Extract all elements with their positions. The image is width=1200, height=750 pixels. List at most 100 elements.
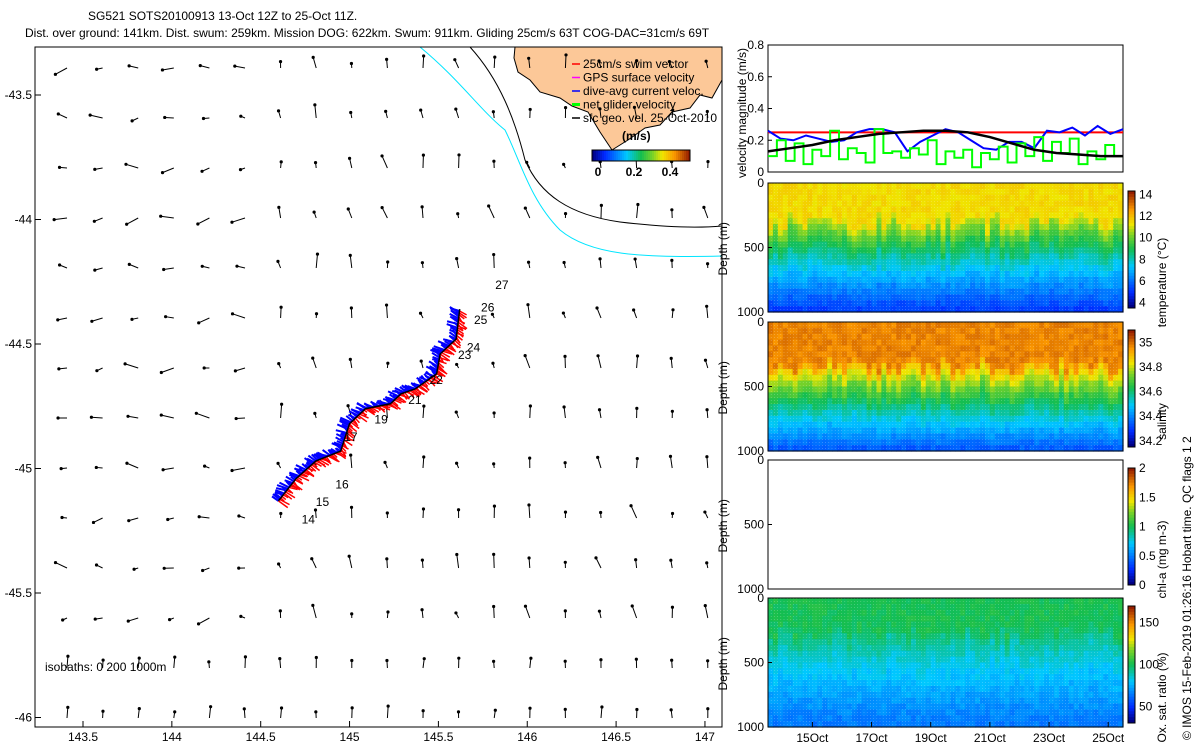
section-cell xyxy=(817,656,823,664)
section-cell xyxy=(989,194,996,202)
colorbar-cell xyxy=(1128,229,1135,233)
colorbar-cell xyxy=(1128,350,1135,354)
section-cell xyxy=(866,650,873,658)
current-arrow-head xyxy=(562,260,566,265)
current-arrow-head xyxy=(276,461,280,465)
section-cell xyxy=(876,363,883,370)
section-cell xyxy=(1029,380,1035,388)
section-cell xyxy=(851,380,858,388)
section-cell xyxy=(822,339,828,347)
section-cell xyxy=(797,218,804,225)
current-arrow-head xyxy=(634,657,638,661)
section-cell xyxy=(1019,380,1025,388)
section-cell xyxy=(940,200,947,208)
section-cell xyxy=(930,415,937,423)
colorbar-cell xyxy=(604,150,607,161)
section-cell xyxy=(1004,322,1011,329)
section-cell xyxy=(994,351,1001,358)
section-cell xyxy=(1029,374,1035,382)
section-cell xyxy=(935,200,942,208)
section-cell xyxy=(965,265,971,272)
section-cell xyxy=(768,368,774,376)
section-cell xyxy=(876,212,883,219)
section-cell xyxy=(817,322,823,329)
section-cell xyxy=(807,247,813,254)
section-cell xyxy=(999,247,1006,254)
current-arrow-head xyxy=(671,308,675,312)
section-cell xyxy=(1053,259,1060,266)
section-cell xyxy=(871,253,878,260)
section-cell xyxy=(960,374,966,382)
current-arrow-head xyxy=(311,603,315,607)
section-cell xyxy=(1098,427,1104,435)
section-cell xyxy=(876,398,883,405)
section-cell xyxy=(876,404,883,411)
current-arrow-head xyxy=(703,510,707,514)
y-tick-label: 500 xyxy=(744,380,764,394)
section-cell xyxy=(999,363,1006,370)
section-cell xyxy=(1088,229,1095,237)
current-arrow-head xyxy=(234,416,238,421)
current-arrow-head xyxy=(670,208,674,212)
section-cell xyxy=(1063,380,1070,388)
colorbar-cell xyxy=(1128,240,1135,245)
section-cell xyxy=(1098,194,1104,202)
section-cell xyxy=(797,697,804,705)
section-cell xyxy=(994,427,1001,435)
section-cell xyxy=(989,327,996,335)
section-cell xyxy=(989,374,996,382)
section-cell xyxy=(861,333,868,341)
section-cell xyxy=(1029,235,1035,243)
colorbar-tick-label: 8 xyxy=(1139,252,1146,266)
section-cell xyxy=(999,421,1006,429)
section-cell xyxy=(822,265,828,272)
section-cell xyxy=(980,433,986,440)
section-cell xyxy=(915,229,922,237)
current-arrow-head xyxy=(160,68,165,72)
colorbar-cell xyxy=(634,150,637,161)
section-cell xyxy=(1098,333,1104,341)
section-cell xyxy=(989,439,996,446)
section-cell xyxy=(832,276,838,284)
section-cell xyxy=(970,368,976,376)
section-cell xyxy=(1068,392,1075,399)
section-cell xyxy=(832,398,838,405)
section-cell xyxy=(822,188,828,196)
section-cell xyxy=(955,380,961,388)
section-cell xyxy=(935,229,942,237)
section-cell xyxy=(1009,374,1016,382)
section-cell xyxy=(891,368,897,376)
y-tick-label: -46 xyxy=(15,711,33,725)
current-arrow-head xyxy=(57,367,61,371)
section-cell xyxy=(886,380,892,388)
colorbar-cell xyxy=(1128,397,1135,401)
section-cell xyxy=(822,650,828,658)
colorbar-cell xyxy=(1128,217,1135,221)
section-cell xyxy=(797,300,804,307)
section-cell xyxy=(768,398,774,405)
section-cell xyxy=(994,200,1001,208)
section-cell xyxy=(1068,183,1075,190)
colorbar-cell xyxy=(1128,296,1135,300)
section-cell xyxy=(930,386,937,393)
section-cell xyxy=(1004,398,1011,405)
section-cell xyxy=(906,241,912,249)
section-cell xyxy=(1098,409,1104,417)
section-cell xyxy=(1058,282,1065,290)
current-arrow-head xyxy=(159,413,163,417)
current-arrow-head xyxy=(279,706,284,710)
section-cell xyxy=(861,398,868,405)
section-cell xyxy=(817,398,823,405)
section-cell xyxy=(832,339,838,347)
section-cell xyxy=(768,386,774,393)
current-arrow-head xyxy=(528,404,532,408)
current-arrow-head xyxy=(314,710,318,714)
section-cell xyxy=(797,357,804,364)
section-cell xyxy=(807,668,813,675)
section-cell xyxy=(1068,415,1075,423)
current-arrow-head xyxy=(386,704,390,708)
section-cell xyxy=(1058,194,1065,202)
section-cell xyxy=(807,703,813,711)
section-cell xyxy=(876,427,883,435)
section-cell xyxy=(817,235,823,243)
